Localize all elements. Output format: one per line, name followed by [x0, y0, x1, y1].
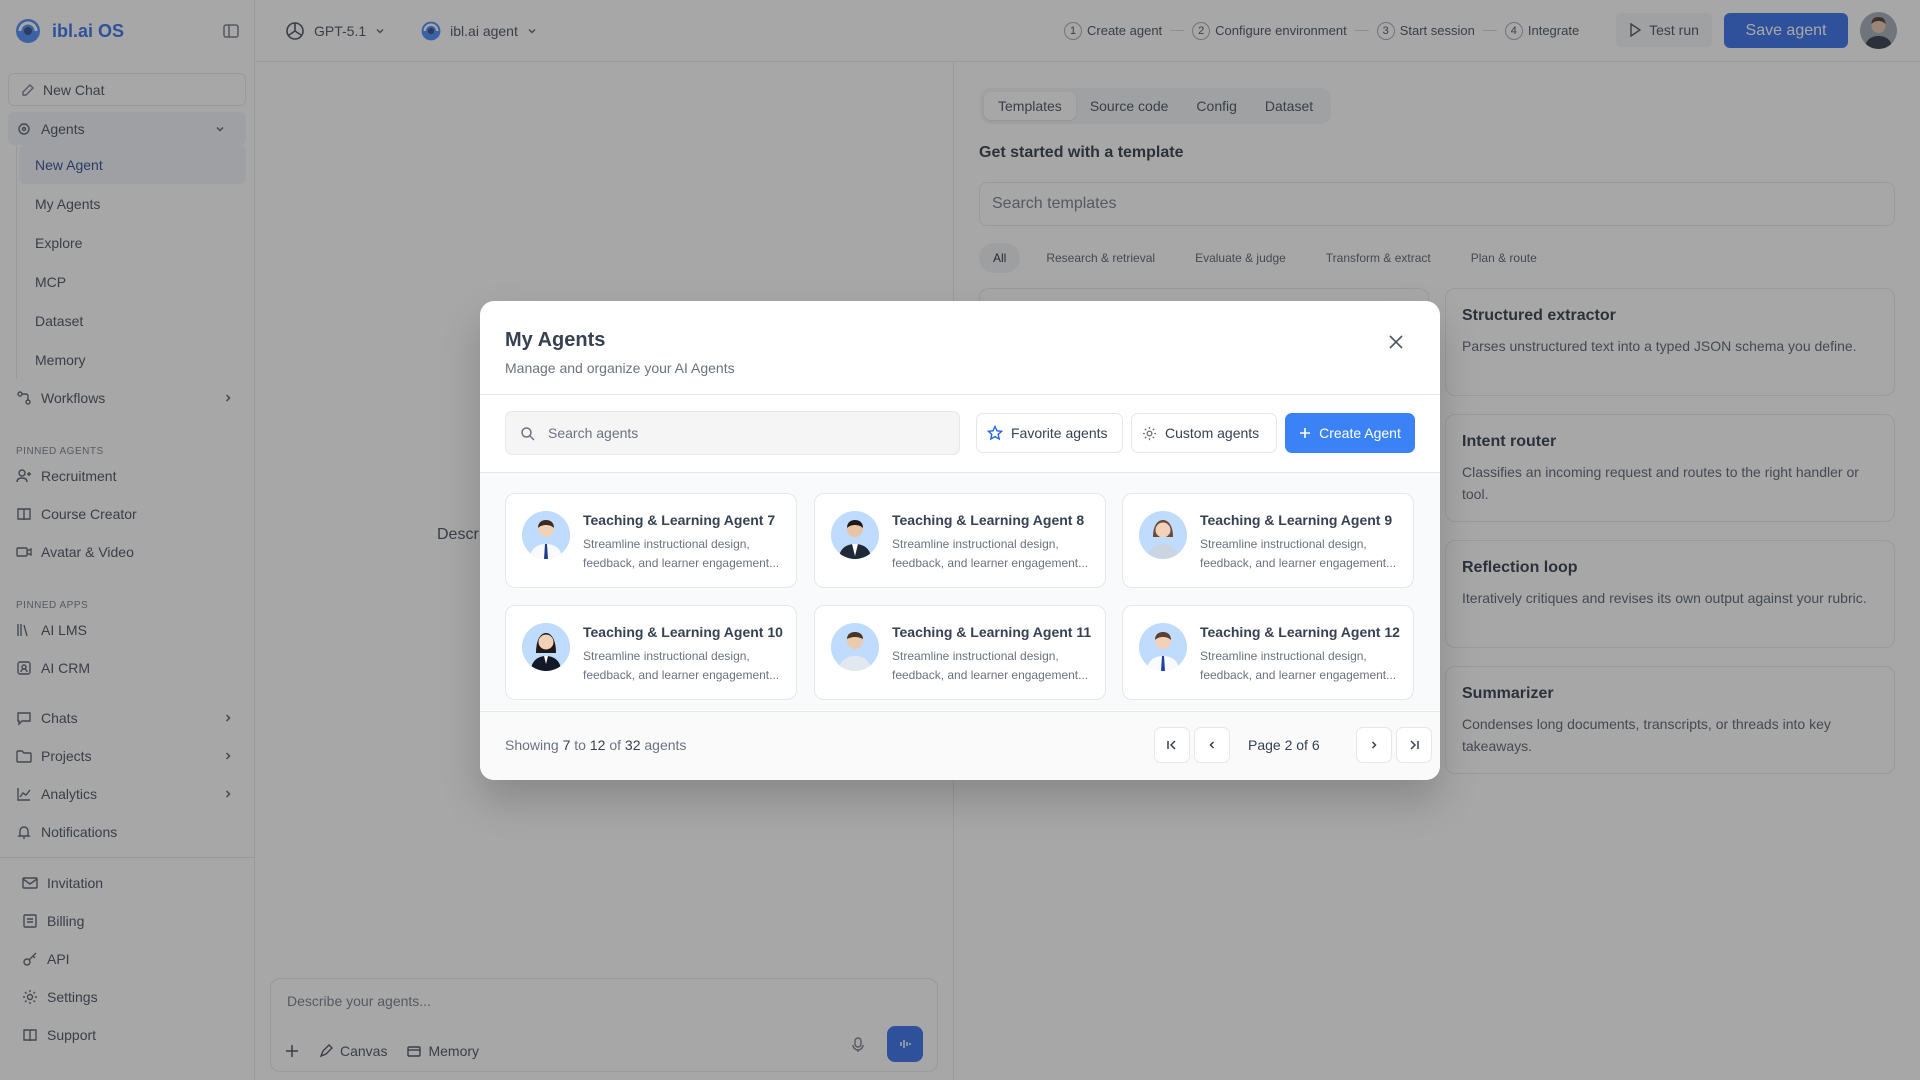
agent-avatar [522, 623, 570, 671]
close-icon[interactable] [1387, 333, 1405, 351]
agent-avatar [1139, 511, 1187, 559]
create-agent-button[interactable]: Create Agent [1285, 413, 1415, 453]
modal-footer: Showing 7 to 12 of 32 agents Page 2 of 6 [480, 711, 1440, 780]
next-page-button[interactable] [1356, 727, 1392, 763]
last-page-button[interactable] [1396, 727, 1432, 763]
summary-to-word: to [574, 737, 586, 753]
gear-icon [1142, 426, 1157, 441]
agent-desc: Streamline instructional design, feedbac… [583, 649, 780, 682]
pagination-summary: Showing 7 to 12 of 32 agents [505, 737, 686, 753]
agent-card[interactable]: Teaching & Learning Agent 9 Streamline i… [1122, 493, 1414, 588]
agent-card[interactable]: Teaching & Learning Agent 7 Streamline i… [505, 493, 797, 588]
plus-icon [1299, 427, 1311, 439]
summary-to: 12 [589, 737, 606, 753]
search-placeholder: Search agents [548, 425, 639, 441]
agent-name: Teaching & Learning Agent 10 [583, 624, 783, 640]
agent-desc: Streamline instructional design, feedbac… [892, 649, 1089, 682]
agent-card[interactable]: Teaching & Learning Agent 10 Streamline … [505, 605, 797, 700]
agent-name: Teaching & Learning Agent 7 [583, 512, 776, 528]
agent-card[interactable]: Teaching & Learning Agent 11 Streamline … [814, 605, 1106, 700]
agent-desc: Streamline instructional design, feedbac… [583, 537, 780, 570]
agent-avatar [831, 623, 879, 671]
agent-avatar [831, 511, 879, 559]
favorite-label: Favorite agents [1011, 425, 1108, 441]
star-icon [987, 425, 1003, 441]
custom-agents-button[interactable]: Custom agents [1131, 413, 1277, 453]
agent-name: Teaching & Learning Agent 11 [892, 624, 1092, 640]
agent-card[interactable]: Teaching & Learning Agent 8 Streamline i… [814, 493, 1106, 588]
summary-of-word: of [609, 737, 622, 753]
summary-from: 7 [562, 737, 571, 753]
favorite-agents-button[interactable]: Favorite agents [976, 413, 1123, 453]
search-icon [520, 426, 535, 441]
chevrons-right-icon [1408, 739, 1420, 751]
summary-total: 32 [624, 737, 641, 753]
chevron-left-icon [1206, 739, 1218, 751]
agent-desc: Streamline instructional design, feedbac… [1200, 649, 1397, 682]
agent-search-input[interactable]: Search agents [505, 411, 960, 455]
page-indicator: Page 2 of 6 [1248, 737, 1320, 753]
modal-subtitle: Manage and organize your AI Agents [505, 360, 735, 376]
agent-avatar [1139, 623, 1187, 671]
my-agents-modal: My Agents Manage and organize your AI Ag… [480, 301, 1440, 780]
agent-name: Teaching & Learning Agent 8 [892, 512, 1085, 528]
agent-avatar [522, 511, 570, 559]
summary-suffix: agents [644, 737, 687, 753]
summary-prefix: Showing [505, 737, 559, 753]
custom-label: Custom agents [1165, 425, 1260, 441]
prev-page-button[interactable] [1194, 727, 1230, 763]
first-page-button[interactable] [1154, 727, 1190, 763]
chevron-right-icon [1368, 739, 1380, 751]
chevrons-left-icon [1166, 739, 1178, 751]
agent-name: Teaching & Learning Agent 12 [1200, 624, 1400, 640]
agent-card[interactable]: Teaching & Learning Agent 12 Streamline … [1122, 605, 1414, 700]
agent-desc: Streamline instructional design, feedbac… [1200, 537, 1397, 570]
modal-title: My Agents [505, 329, 606, 351]
agents-grid: Teaching & Learning Agent 7 Streamline i… [480, 473, 1440, 710]
agent-name: Teaching & Learning Agent 9 [1200, 512, 1393, 528]
create-label: Create Agent [1319, 425, 1401, 441]
agent-desc: Streamline instructional design, feedbac… [892, 537, 1089, 570]
